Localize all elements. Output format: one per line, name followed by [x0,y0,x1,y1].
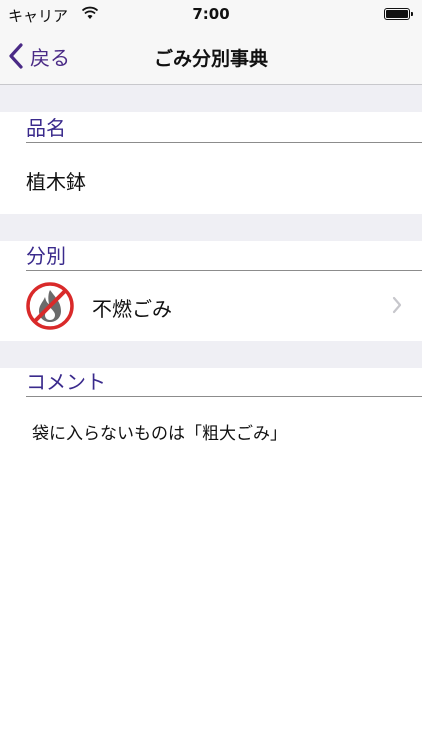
section-gap [0,85,422,112]
category-row[interactable]: 不燃ごみ [0,272,422,340]
status-time: 7:00 [192,5,230,23]
status-bar: キャリア 7:00 [0,0,422,28]
category-label: 不燃ごみ [92,297,172,321]
item-section-header: 品名 [26,116,422,143]
chevron-right-icon [392,296,402,314]
section-gap [0,214,422,241]
no-burn-icon [26,282,74,330]
section-gap [0,341,422,368]
navigation-bar: 戻る ごみ分別事典 [0,28,422,85]
comment-section-header: コメント [26,370,422,397]
comment-text: 袋に入らないものは「粗大ごみ」 [32,424,287,444]
item-name-value: 植木鉢 [26,170,86,194]
battery-icon [384,8,413,20]
page-title: ごみ分別事典 [153,48,268,70]
category-section-header: 分別 [26,244,422,271]
